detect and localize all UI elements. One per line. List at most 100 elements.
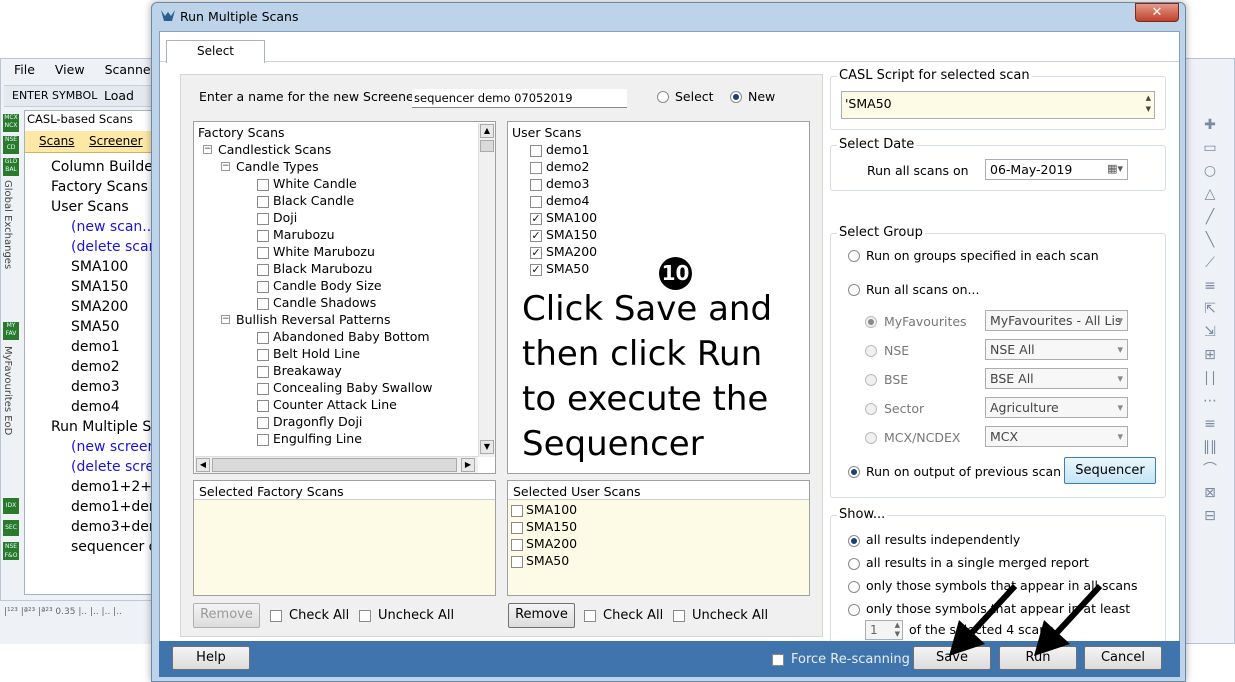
bg-menu-view[interactable]: View (55, 62, 85, 77)
user-scan-label[interactable]: SMA50 (546, 261, 589, 276)
bg-tree-item[interactable]: demo3 (71, 379, 120, 395)
group-source-label[interactable]: MyFavourites (884, 314, 967, 329)
bg-tree-item[interactable]: Column Builder (51, 159, 159, 175)
factory-scan-label[interactable]: White Candle (273, 176, 357, 191)
factory-hscrollbar[interactable]: ◀ ▶ (195, 456, 478, 473)
factory-tree-node[interactable]: Candlestick Scans (218, 142, 331, 157)
bg-tree-item[interactable]: SMA100 (71, 259, 128, 275)
date-picker[interactable]: 06-May-2019 ▦▾ (985, 159, 1128, 180)
bg-tree-item[interactable]: SMA150 (71, 279, 128, 295)
selected-user-checkbox[interactable] (511, 556, 523, 568)
idx-icon[interactable]: IDX (3, 498, 19, 514)
factory-tree-node[interactable]: Candle Types (236, 159, 319, 174)
tree-collapse-icon[interactable]: − (203, 145, 212, 154)
bg-right-tool-icons[interactable]: ✚ ▭ ○ △ ╱ ╲ ⟋ ≡ ⇱ ⇲ ⊞ ∣∣ ⋯ ≡ ∥∥ ⌒ ⊠ ⊟ (1186, 114, 1234, 528)
group-source-label[interactable]: Sector (884, 401, 924, 416)
tree-collapse-icon[interactable]: − (221, 315, 230, 324)
group-prev-radio[interactable] (848, 466, 860, 478)
nse-cd-icon[interactable]: NSE CD (3, 136, 19, 154)
selected-user-label[interactable]: SMA50 (526, 553, 569, 568)
screener-name-input[interactable]: sequencer demo 07052019 (412, 89, 627, 108)
user-scan-label[interactable]: demo4 (546, 193, 589, 208)
user-remove-button[interactable]: Remove (508, 603, 575, 628)
user-uncheck-all-checkbox[interactable] (673, 610, 685, 622)
group-source-select[interactable]: BSE All (985, 368, 1128, 389)
factory-scan-label[interactable]: Candle Shadows (273, 295, 376, 310)
factory-scan-label[interactable]: Counter Attack Line (273, 397, 397, 412)
casl-script-box[interactable]: 'SMA50 ▲ ▼ (841, 91, 1155, 119)
factory-tree-node[interactable]: Bullish Reversal Patterns (236, 312, 390, 327)
factory-scan-checkbox[interactable] (257, 230, 269, 242)
show-option-radio[interactable] (848, 604, 860, 616)
factory-uncheck-all-label[interactable]: Uncheck All (378, 608, 454, 623)
factory-scan-checkbox[interactable] (257, 366, 269, 378)
factory-vscrollbar[interactable]: ▲ ▼ (478, 123, 495, 457)
factory-scan-label[interactable]: Marubozu (273, 227, 335, 242)
group-source-label[interactable]: MCX/NCDEX (884, 430, 960, 445)
nse-fo-icon[interactable]: NSE F&O (3, 542, 19, 560)
group-source-radio[interactable] (865, 345, 877, 357)
scroll-up-arrow-icon[interactable]: ▲ (480, 124, 494, 138)
mode-new-radio[interactable] (730, 91, 742, 103)
bg-tab-scans[interactable]: Scans (39, 134, 74, 148)
group-source-select[interactable]: MyFavourites - All Lis (985, 310, 1128, 331)
tree-collapse-icon[interactable]: − (221, 162, 230, 171)
selected-user-label[interactable]: SMA100 (526, 502, 577, 517)
factory-scan-label[interactable]: Black Marubozu (273, 261, 372, 276)
user-scan-label[interactable]: SMA200 (546, 244, 597, 259)
mcx-icon[interactable]: MCX NCX (3, 114, 19, 132)
bg-tree-item[interactable]: demo1+2+3 (71, 479, 161, 495)
bg-tree-item[interactable]: demo3+dem (71, 519, 162, 535)
factory-scan-checkbox[interactable] (257, 264, 269, 276)
factory-scan-label[interactable]: Doji (273, 210, 297, 225)
group-source-radio[interactable] (865, 374, 877, 386)
bg-tree-item[interactable]: demo4 (71, 399, 120, 415)
close-button[interactable]: ✕ (1135, 3, 1179, 22)
user-scan-label[interactable]: SMA100 (546, 210, 597, 225)
group-source-select[interactable]: NSE All (985, 339, 1128, 360)
factory-scan-checkbox[interactable] (257, 383, 269, 395)
factory-scan-checkbox[interactable] (257, 281, 269, 293)
selected-user-label[interactable]: SMA150 (526, 519, 577, 534)
bg-tree-item[interactable]: (new scan... (71, 219, 156, 235)
scroll-left-arrow-icon[interactable]: ◀ (196, 458, 210, 472)
show-option-radio[interactable] (848, 535, 860, 547)
factory-scan-label[interactable]: Belt Hold Line (273, 346, 360, 361)
factory-check-all-label[interactable]: Check All (289, 608, 349, 623)
user-uncheck-all-label[interactable]: Uncheck All (692, 608, 768, 623)
factory-scan-checkbox[interactable] (257, 417, 269, 429)
bg-tree-item[interactable]: SMA200 (71, 299, 128, 315)
sec-icon[interactable]: SEC (3, 520, 19, 536)
user-check-all-checkbox[interactable] (584, 610, 596, 622)
factory-scan-label[interactable]: Abandoned Baby Bottom (273, 329, 430, 344)
factory-scan-label[interactable]: Dragonfly Doji (273, 414, 362, 429)
selected-user-checkbox[interactable] (511, 539, 523, 551)
hscroll-thumb[interactable] (212, 458, 457, 472)
user-scan-checkbox[interactable] (530, 213, 542, 225)
factory-scan-label[interactable]: Concealing Baby Swallow (273, 380, 432, 395)
scroll-thumb[interactable] (480, 140, 494, 152)
user-scan-label[interactable]: SMA150 (546, 227, 597, 242)
group-source-label[interactable]: NSE (884, 343, 909, 358)
user-scan-checkbox[interactable] (530, 230, 542, 242)
user-scan-label[interactable]: demo2 (546, 159, 589, 174)
mode-select-radio[interactable] (657, 91, 669, 103)
group-source-radio[interactable] (865, 403, 877, 415)
factory-scan-checkbox[interactable] (257, 298, 269, 310)
scroll-down-arrow-icon[interactable]: ▼ (480, 440, 494, 454)
bg-tree-item[interactable]: User Scans (51, 199, 129, 215)
bg-tree-item[interactable]: SMA50 (71, 319, 119, 335)
factory-scan-checkbox[interactable] (257, 213, 269, 225)
group-all-label[interactable]: Run all scans on... (866, 282, 979, 297)
factory-scan-label[interactable]: Black Candle (273, 193, 354, 208)
user-scan-label[interactable]: demo1 (546, 142, 589, 157)
user-scan-label[interactable]: demo3 (546, 176, 589, 191)
user-scan-checkbox[interactable] (530, 247, 542, 259)
factory-scan-checkbox[interactable] (257, 400, 269, 412)
group-each-label[interactable]: Run on groups specified in each scan (866, 248, 1099, 263)
bg-menu-scanner[interactable]: Scanner (105, 62, 156, 77)
calendar-icon[interactable]: ▦▾ (1107, 162, 1123, 175)
factory-scan-checkbox[interactable] (257, 434, 269, 446)
factory-scan-checkbox[interactable] (257, 349, 269, 361)
bg-tree-item[interactable]: (delete scan (71, 239, 157, 255)
